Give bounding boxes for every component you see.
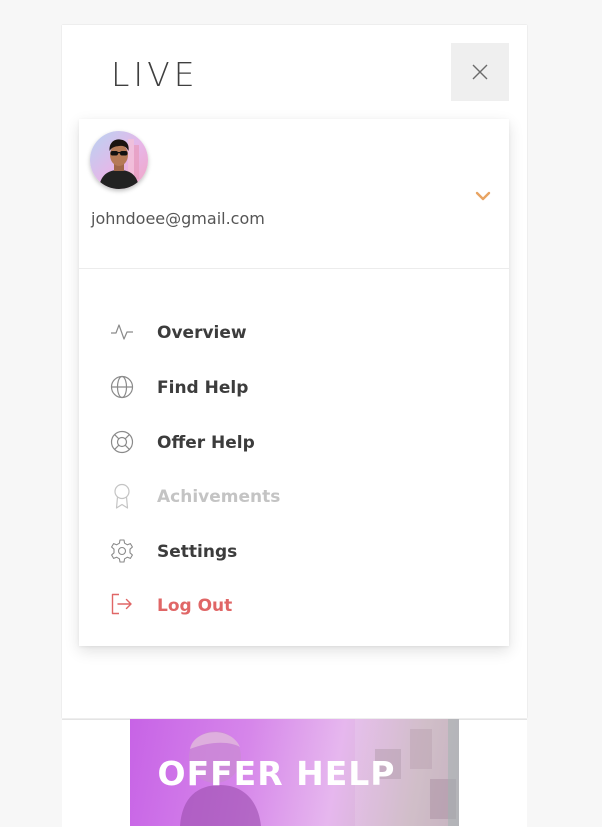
globe-icon: [110, 375, 134, 399]
menu-label-settings: Settings: [157, 542, 238, 562]
user-email: johndoee@gmail.com: [91, 209, 265, 228]
chevron-down-icon: [475, 191, 491, 201]
close-icon: [472, 64, 488, 80]
avatar: [90, 131, 148, 189]
menu-item-offer-help[interactable]: Offer Help: [109, 430, 409, 473]
offer-help-banner[interactable]: OFFER HELP: [130, 719, 459, 826]
menu-label-overview: Overview: [157, 323, 247, 343]
logout-icon: [111, 593, 132, 615]
activity-icon: [111, 324, 133, 340]
menu-item-log-out[interactable]: Log Out: [109, 593, 409, 636]
profile-dropdown-toggle[interactable]: johndoee@gmail.com: [79, 119, 509, 269]
close-button[interactable]: [451, 43, 509, 101]
menu-label-offer-help: Offer Help: [157, 433, 255, 453]
menu-label-achievements: Achivements: [157, 487, 281, 507]
app-logo: LIVE: [111, 55, 199, 94]
menu-item-find-help[interactable]: Find Help: [109, 375, 409, 418]
menu-label-log-out: Log Out: [157, 596, 233, 616]
menu-item-overview[interactable]: Overview: [109, 323, 409, 363]
gear-icon: [111, 539, 133, 563]
menu-label-find-help: Find Help: [157, 378, 249, 398]
menu-item-achievements[interactable]: Achivements: [109, 483, 409, 527]
menu-item-settings[interactable]: Settings: [109, 539, 409, 582]
account-card: johndoee@gmail.com Overview Find Help Of…: [79, 119, 509, 646]
lifebuoy-icon: [110, 430, 134, 454]
award-icon: [114, 483, 130, 509]
promo-title: OFFER HELP: [157, 754, 396, 793]
